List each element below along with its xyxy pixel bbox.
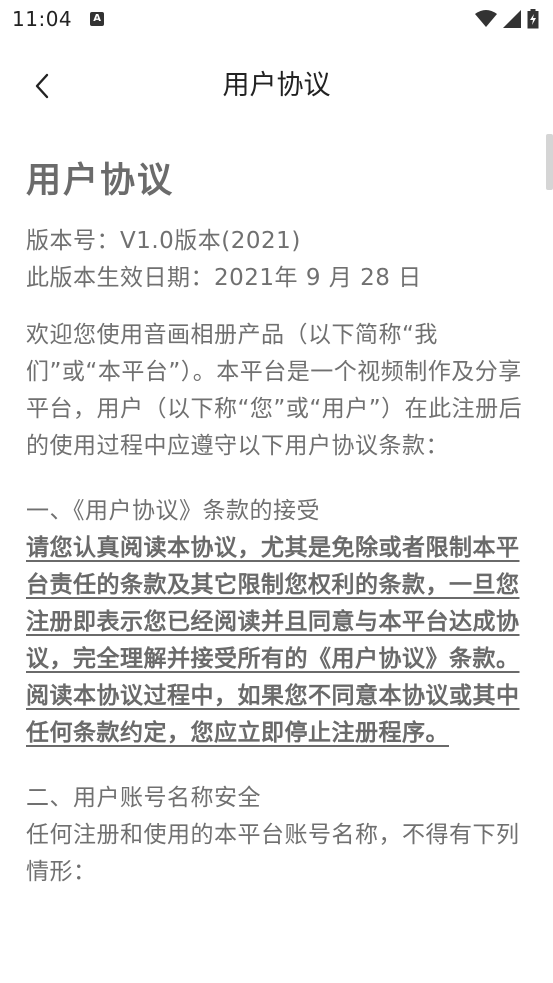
back-button[interactable] bbox=[24, 68, 60, 104]
status-icons bbox=[475, 9, 539, 29]
status-left: 11:04 A bbox=[12, 7, 105, 31]
section1-heading: 一、《用户协议》条款的接受 bbox=[26, 498, 320, 524]
wifi-icon bbox=[475, 10, 497, 27]
title-bar: 用户协议 bbox=[0, 56, 553, 116]
section2-body: 任何注册和使用的本平台账号名称，不得有下列情形： bbox=[26, 822, 520, 885]
effective-date-text: 此版本生效日期：2021年 9 月 28 日 bbox=[26, 265, 422, 291]
signal-icon bbox=[503, 10, 521, 28]
chevron-left-icon bbox=[35, 73, 49, 99]
page-title: 用户协议 bbox=[222, 70, 331, 101]
intro-paragraph: 欢迎您使用音画相册产品（以下简称“我们”或“本平台”）。本平台是一个视频制作及分… bbox=[26, 322, 523, 459]
battery-icon bbox=[527, 9, 539, 29]
document-content: 用户协议 版本号：V1.0版本(2021) 此版本生效日期：2021年 9 月 … bbox=[0, 152, 553, 891]
section1-body: 请您认真阅读本协议，尤其是免除或者限制本平台责任的条款及其它限制您权利的条款，一… bbox=[26, 535, 520, 746]
version-text: 版本号：V1.0版本(2021) bbox=[26, 228, 301, 254]
section2-heading: 二、用户账号名称安全 bbox=[26, 785, 261, 811]
status-time: 11:04 bbox=[12, 7, 73, 31]
document-scroll-area[interactable]: 用户协议 版本号：V1.0版本(2021) 此版本生效日期：2021年 9 月 … bbox=[0, 130, 553, 983]
status-bar: 11:04 A bbox=[0, 0, 553, 38]
document-title: 用户协议 bbox=[26, 161, 175, 201]
scrollbar[interactable] bbox=[546, 134, 553, 190]
a-icon: A bbox=[90, 12, 105, 26]
